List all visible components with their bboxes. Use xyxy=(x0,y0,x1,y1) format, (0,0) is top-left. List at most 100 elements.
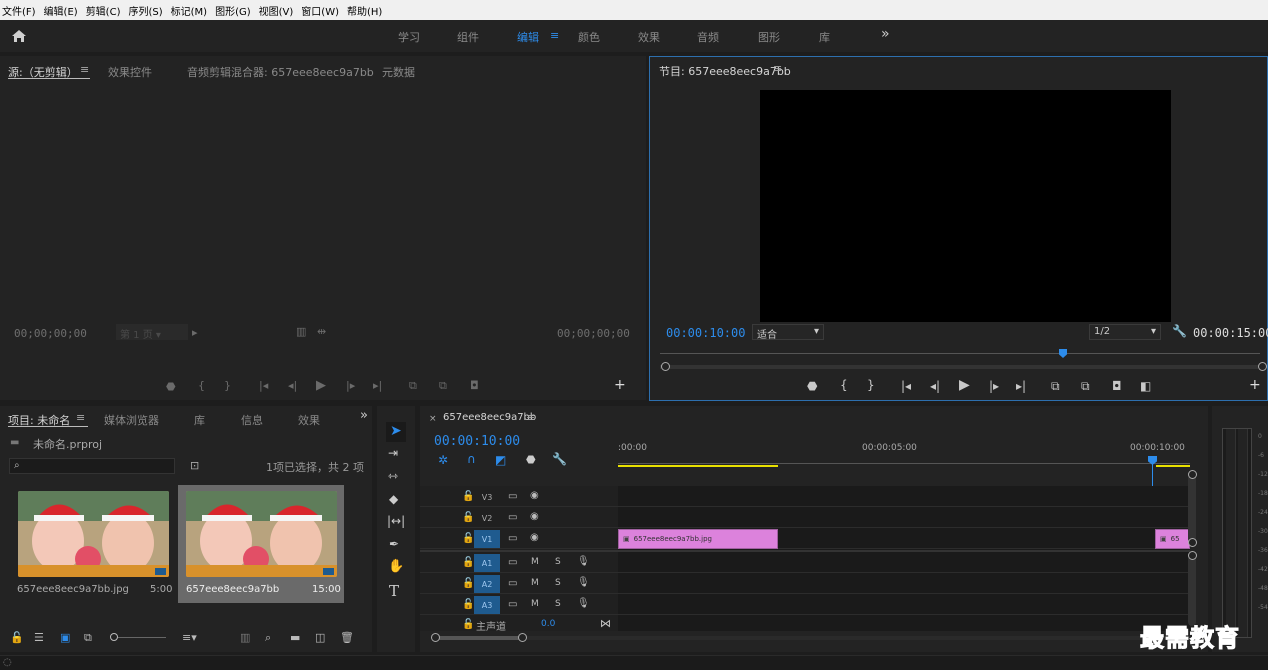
program-timecode[interactable]: 00:00:10:00 xyxy=(666,326,745,340)
zoom-slider-handle[interactable] xyxy=(110,633,118,641)
slip-tool-icon[interactable]: |↔| xyxy=(387,514,405,528)
pen-tool-icon[interactable]: ✒ xyxy=(389,537,399,551)
workspace-menu-icon[interactable]: ≡ xyxy=(550,29,559,42)
lock-icon[interactable]: 🔓 xyxy=(462,512,474,523)
add-marker-icon[interactable]: ⬣ xyxy=(166,380,176,393)
mark-out-icon[interactable]: } xyxy=(867,378,875,392)
zoom-slider[interactable] xyxy=(118,637,166,638)
new-item-icon[interactable]: ◫ xyxy=(315,631,325,644)
overwrite-icon[interactable]: ⧉ xyxy=(439,379,447,393)
microphone-icon[interactable]: 🎙 xyxy=(577,577,590,588)
lift-icon[interactable]: ⧉ xyxy=(1051,379,1060,394)
timeline-timecode[interactable]: 00:00:10:00 xyxy=(434,434,520,449)
drag-icon[interactable]: ⇹ xyxy=(317,325,326,338)
sync-lock-icon[interactable]: ▭ xyxy=(508,512,517,523)
source-timecode-current[interactable]: 00;00;00;00 xyxy=(14,327,87,340)
track-label[interactable]: V2 xyxy=(474,509,500,527)
solo-button[interactable]: S xyxy=(555,557,561,567)
mark-out-icon[interactable]: } xyxy=(224,379,231,392)
workspace-tab-assembly[interactable]: 组件 xyxy=(457,29,479,45)
zoom-handle-left[interactable] xyxy=(661,362,670,371)
menu-window[interactable]: 窗口(W) xyxy=(301,3,339,18)
sort-icon[interactable]: ≡▾ xyxy=(182,631,197,644)
track-divider[interactable] xyxy=(420,550,1190,552)
menu-sequence[interactable]: 序列(S) xyxy=(128,3,162,18)
program-video-frame[interactable] xyxy=(760,90,1171,322)
master-volume[interactable]: 0.0 xyxy=(541,619,555,629)
track-label[interactable]: A1 xyxy=(474,554,500,572)
go-to-in-icon[interactable]: |◂ xyxy=(259,379,268,392)
microphone-icon[interactable]: 🎙 xyxy=(577,598,590,609)
ripple-edit-tool-icon[interactable]: ⇿ xyxy=(388,469,398,483)
play-icon[interactable]: ▶ xyxy=(316,378,326,393)
zoom-handle-right[interactable] xyxy=(518,633,527,642)
sync-lock-icon[interactable]: ▭ xyxy=(508,491,517,502)
mute-button[interactable]: M xyxy=(531,578,539,588)
solo-button[interactable]: S xyxy=(555,599,561,609)
panel-menu-icon[interactable]: ≡ xyxy=(526,411,535,424)
timeline-settings-icon[interactable]: 🔧 xyxy=(552,452,567,466)
menu-help[interactable]: 帮助(H) xyxy=(347,3,382,18)
audio-scrollbar[interactable] xyxy=(1188,554,1196,626)
workspace-tab-audio[interactable]: 音频 xyxy=(697,29,719,45)
menu-view[interactable]: 视图(V) xyxy=(259,3,294,18)
play-small-icon[interactable]: ▸ xyxy=(192,326,198,339)
go-to-end-icon[interactable]: ⋈ xyxy=(600,617,611,630)
mark-in-icon[interactable]: { xyxy=(198,379,205,392)
new-search-bin-icon[interactable]: ⊡ xyxy=(190,459,199,472)
workspace-tab-learn[interactable]: 学习 xyxy=(398,29,420,45)
work-area-bar-end[interactable] xyxy=(1156,465,1190,467)
close-icon[interactable]: × xyxy=(429,414,437,424)
export-frame-icon[interactable]: ◘ xyxy=(1112,379,1122,393)
find-icon[interactable]: ⌕ xyxy=(265,631,271,645)
lock-icon[interactable]: 🔓 xyxy=(10,631,24,644)
play-icon[interactable]: ▶ xyxy=(959,377,970,393)
tab-info[interactable]: 信息 xyxy=(241,412,263,428)
automate-icon[interactable]: ▥ xyxy=(240,631,250,644)
snap-icon[interactable]: ∩ xyxy=(467,452,476,466)
menu-file[interactable]: 文件(F) xyxy=(2,3,36,18)
menu-edit[interactable]: 编辑(E) xyxy=(44,3,78,18)
menu-marker[interactable]: 标记(M) xyxy=(171,3,207,18)
tab-audio-clip-mixer[interactable]: 音频剪辑混合器: 657eee8eec9a7bb xyxy=(187,64,374,80)
extract-icon[interactable]: ⧉ xyxy=(1081,379,1090,394)
trash-icon[interactable]: 🗑 xyxy=(340,631,354,644)
add-marker-icon[interactable]: ⬣ xyxy=(526,453,536,466)
workspace-tab-libraries[interactable]: 库 xyxy=(819,29,830,45)
home-icon[interactable] xyxy=(11,29,27,43)
timeline-clip[interactable]: ▣ 657eee8eec9a7bb.jpg xyxy=(618,529,778,549)
linked-selection-icon[interactable]: ◩ xyxy=(495,453,506,467)
fit-select[interactable]: 适合 ▾ xyxy=(752,324,824,341)
timeline-clip[interactable]: ▣ 65 xyxy=(1155,529,1190,549)
add-button-icon[interactable]: + xyxy=(614,377,626,393)
step-back-icon[interactable]: ◂| xyxy=(930,379,940,393)
panel-menu-icon[interactable]: ≡ xyxy=(773,62,782,75)
search-input[interactable]: ⌕ xyxy=(9,458,175,474)
track-label[interactable]: A2 xyxy=(474,575,500,593)
time-ruler[interactable] xyxy=(660,353,1260,354)
scroll-handle[interactable] xyxy=(1188,538,1197,547)
program-title[interactable]: 节目: 657eee8eec9a7bb xyxy=(659,63,791,79)
lock-icon[interactable]: 🔓 xyxy=(462,491,474,502)
track-select-tool-icon[interactable]: ⇥ xyxy=(388,446,398,460)
settings-icon[interactable]: ▥ xyxy=(296,325,306,338)
time-ruler[interactable] xyxy=(618,463,1190,464)
razor-tool-icon[interactable]: ◆ xyxy=(389,492,398,506)
lock-icon[interactable]: 🔓 xyxy=(462,619,474,630)
lock-icon[interactable]: 🔓 xyxy=(462,578,474,589)
tab-effect-controls[interactable]: 效果控件 xyxy=(108,64,152,80)
mute-button[interactable]: M xyxy=(531,557,539,567)
nest-icon[interactable]: ✲ xyxy=(438,453,448,467)
resolution-select[interactable]: 1/2 ▾ xyxy=(1089,324,1161,340)
scroll-handle[interactable] xyxy=(1188,551,1197,560)
eye-icon[interactable]: ◉ xyxy=(530,532,539,543)
sync-lock-icon[interactable]: ▭ xyxy=(508,578,517,589)
timeline-zoom-bar[interactable] xyxy=(432,636,524,640)
zoom-handle-right[interactable] xyxy=(1258,362,1267,371)
track-label[interactable]: V3 xyxy=(474,488,500,506)
compare-view-icon[interactable]: ◧ xyxy=(1140,379,1151,393)
wrench-icon[interactable]: 🔧 xyxy=(1172,324,1187,338)
page-select[interactable]: 第 1 页 ▾ xyxy=(116,324,188,341)
panel-menu-icon[interactable]: ≡ xyxy=(76,411,85,424)
scroll-handle[interactable] xyxy=(1188,470,1197,479)
